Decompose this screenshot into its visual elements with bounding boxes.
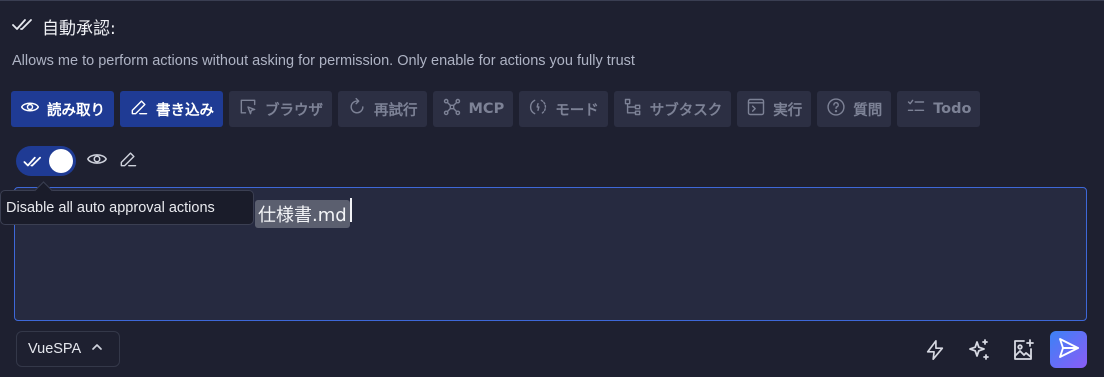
- subtask-icon: [623, 97, 643, 121]
- mode-selector[interactable]: VueSPA: [16, 331, 120, 367]
- question-icon: [826, 97, 846, 121]
- auto-approve-toggle[interactable]: [16, 146, 76, 176]
- auto-approve-header: 自動承認:: [12, 14, 116, 39]
- chip-label: 再試行: [374, 102, 418, 119]
- tooltip-text: Disable all auto approval actions: [6, 199, 215, 216]
- terminal-icon: [746, 97, 766, 121]
- eye-icon: [86, 148, 108, 174]
- chip-label: サブタスク: [649, 102, 723, 119]
- send-button[interactable]: [1050, 331, 1087, 368]
- chip-mcp[interactable]: MCP: [432, 91, 514, 127]
- chip-label: 質問: [853, 102, 883, 119]
- chip-label: 実行: [773, 102, 803, 119]
- chevron-up-icon: [91, 341, 103, 357]
- cursor-window-icon: [238, 97, 258, 121]
- mode-switch-icon: [528, 97, 548, 121]
- chip-label: ブラウザ: [265, 102, 323, 119]
- mode-label: VueSPA: [28, 341, 82, 357]
- chip-read[interactable]: 読み取り: [11, 91, 114, 127]
- refresh-icon: [347, 97, 367, 121]
- lightning-icon[interactable]: [918, 332, 952, 368]
- input-actions: [918, 331, 1087, 368]
- auto-approve-description: Allows me to perform actions without ask…: [12, 53, 635, 69]
- chip-retry[interactable]: 再試行: [338, 91, 427, 127]
- chip-label: 書き込み: [156, 102, 214, 119]
- tooltip-arrow: [34, 181, 53, 200]
- image-add-icon[interactable]: [1006, 332, 1040, 368]
- toggle-knob: [49, 149, 73, 173]
- chip-question[interactable]: 質問: [817, 91, 892, 127]
- chip-label: 読み取り: [47, 102, 105, 119]
- auto-approve-toggle-row: [16, 146, 138, 176]
- pencil-icon: [118, 149, 138, 173]
- auto-approve-title: 自動承認:: [42, 19, 116, 39]
- chip-write[interactable]: 書き込み: [120, 91, 223, 127]
- chip-todo[interactable]: Todo: [897, 91, 981, 127]
- chip-label: Todo: [933, 101, 972, 117]
- top-divider: [0, 0, 1104, 1]
- double-check-icon: [12, 17, 36, 37]
- eye-icon: [20, 97, 40, 121]
- send-icon: [1057, 336, 1081, 364]
- checklist-icon: [906, 97, 926, 121]
- text-caret: [350, 198, 352, 222]
- sparkle-icon[interactable]: [962, 332, 996, 368]
- pencil-icon: [129, 97, 149, 121]
- chip-mode[interactable]: モード: [519, 91, 608, 127]
- action-chips: 読み取り 書き込み ブラウザ 再試行 MCP モード サブタスク 実行 質問 T…: [11, 91, 981, 127]
- hub-icon: [442, 97, 462, 121]
- chip-label: モード: [555, 102, 599, 119]
- chip-label: MCP: [468, 101, 505, 117]
- file-mention-chip[interactable]: 仕様書.md: [255, 200, 350, 228]
- chip-browser[interactable]: ブラウザ: [229, 91, 332, 127]
- chip-subtask[interactable]: サブタスク: [613, 91, 732, 127]
- toggle-tooltip: Disable all auto approval actions: [0, 181, 254, 225]
- double-check-icon: [23, 154, 45, 173]
- chip-execute[interactable]: 実行: [737, 91, 812, 127]
